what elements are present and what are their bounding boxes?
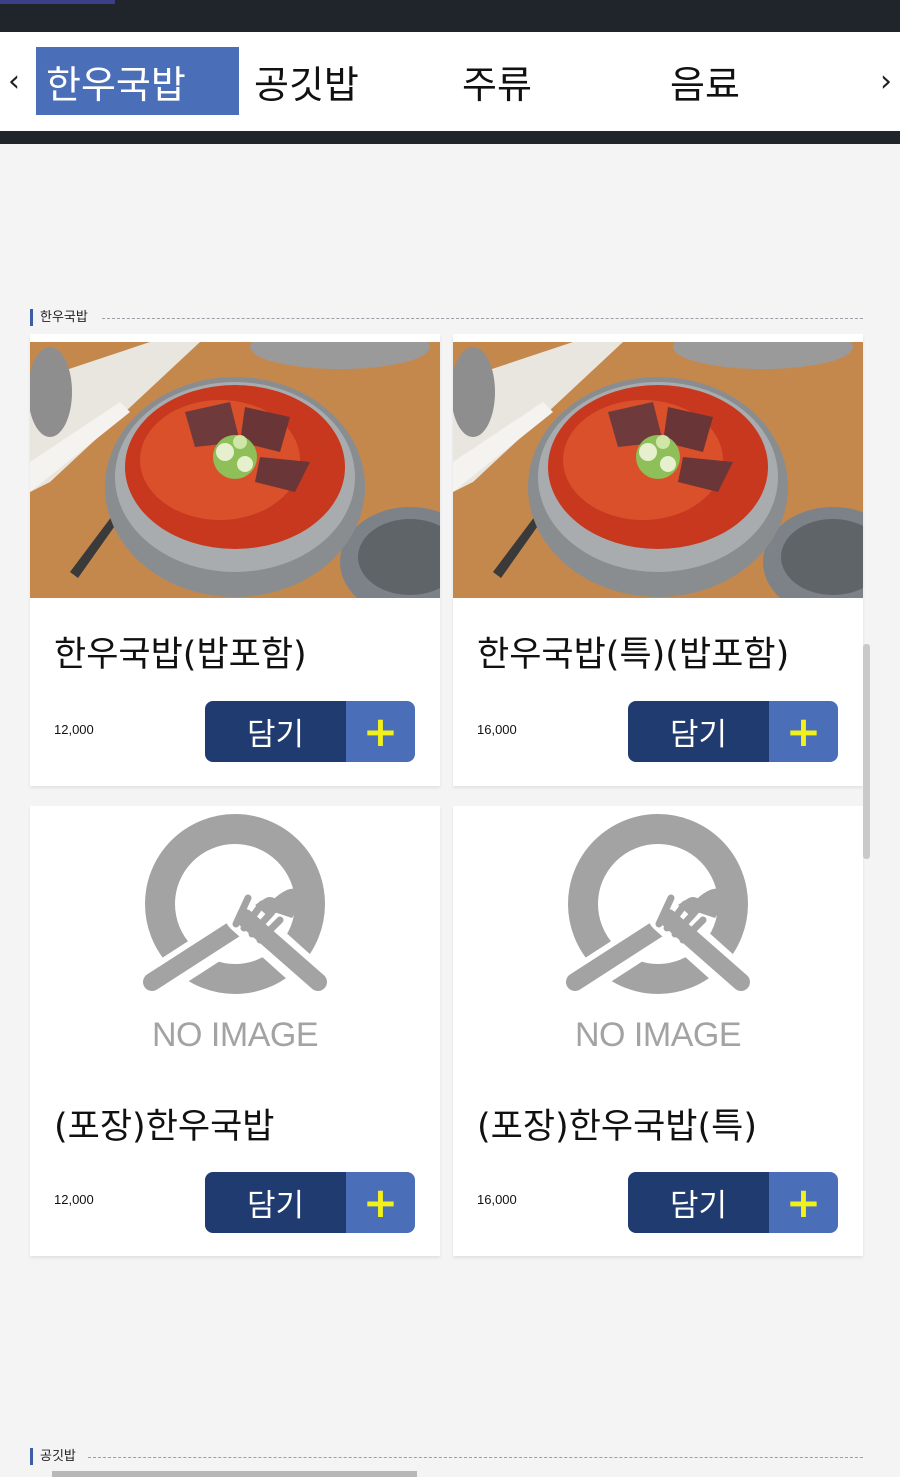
- chevron-right-icon[interactable]: ›: [872, 32, 900, 131]
- menu-card[interactable]: NO IMAGE (포장)한우국밥 12,000 담기 +: [30, 806, 440, 1256]
- no-image-placeholder: NO IMAGE: [30, 806, 440, 1066]
- menu-photo: [30, 342, 440, 598]
- plate-utensils-icon: [133, 814, 337, 1003]
- no-image-text: NO IMAGE: [151, 1016, 319, 1054]
- section-header: 공깃밥: [30, 1447, 863, 1467]
- tab-alcohol[interactable]: 주류: [462, 47, 532, 115]
- section-title: 한우국밥: [40, 310, 88, 325]
- menu-card[interactable]: 한우국밥(밥포함) 12,000 담기 +: [30, 334, 440, 786]
- status-bar: [0, 0, 900, 32]
- menu-item-price: 12,000: [54, 1192, 94, 1207]
- section-marker: [30, 309, 33, 326]
- add-to-cart-label: 담기: [205, 1172, 346, 1233]
- tab-bar-divider: [0, 131, 900, 144]
- plus-icon: +: [769, 701, 838, 762]
- scrollbar-thumb[interactable]: [863, 644, 870, 859]
- menu-card[interactable]: NO IMAGE (포장)한우국밥(특) 16,000 담기 +: [453, 806, 863, 1256]
- menu-card-peek: [52, 1471, 417, 1477]
- menu-item-price: 16,000: [477, 722, 517, 737]
- section-marker: [30, 1448, 33, 1465]
- add-to-cart-button[interactable]: 담기 +: [628, 1172, 838, 1233]
- tab-beverage[interactable]: 음료: [670, 47, 740, 115]
- no-image-placeholder: NO IMAGE: [453, 806, 863, 1066]
- chevron-left-icon[interactable]: ‹: [0, 32, 28, 131]
- section-divider: [88, 1457, 863, 1458]
- plus-icon: +: [769, 1172, 838, 1233]
- add-to-cart-label: 담기: [205, 701, 346, 762]
- section-title: 공깃밥: [40, 1449, 76, 1464]
- status-accent: [0, 0, 115, 4]
- menu-item-name: 한우국밥(특)(밥포함): [477, 635, 790, 675]
- tab-gonggitbap[interactable]: 공깃밥: [254, 47, 359, 115]
- add-to-cart-button[interactable]: 담기 +: [205, 701, 415, 762]
- menu-item-name: (포장)한우국밥: [54, 1107, 275, 1147]
- plus-icon: +: [346, 1172, 415, 1233]
- plus-icon: +: [346, 701, 415, 762]
- menu-item-name: (포장)한우국밥(특): [477, 1107, 758, 1147]
- section-divider: [102, 318, 863, 319]
- menu-item-name: 한우국밥(밥포함): [54, 635, 307, 675]
- add-to-cart-button[interactable]: 담기 +: [205, 1172, 415, 1233]
- add-to-cart-label: 담기: [628, 701, 769, 762]
- plate-utensils-icon: [556, 814, 760, 1003]
- menu-photo: [453, 342, 863, 598]
- menu-card[interactable]: 한우국밥(특)(밥포함) 16,000 담기 +: [453, 334, 863, 786]
- no-image-text: NO IMAGE: [574, 1016, 742, 1054]
- tab-hanwoo-gukbap[interactable]: 한우국밥: [36, 47, 239, 115]
- menu-item-price: 16,000: [477, 1192, 517, 1207]
- section-header: 한우국밥: [30, 308, 863, 328]
- add-to-cart-button[interactable]: 담기 +: [628, 701, 838, 762]
- menu-item-price: 12,000: [54, 722, 94, 737]
- add-to-cart-label: 담기: [628, 1172, 769, 1233]
